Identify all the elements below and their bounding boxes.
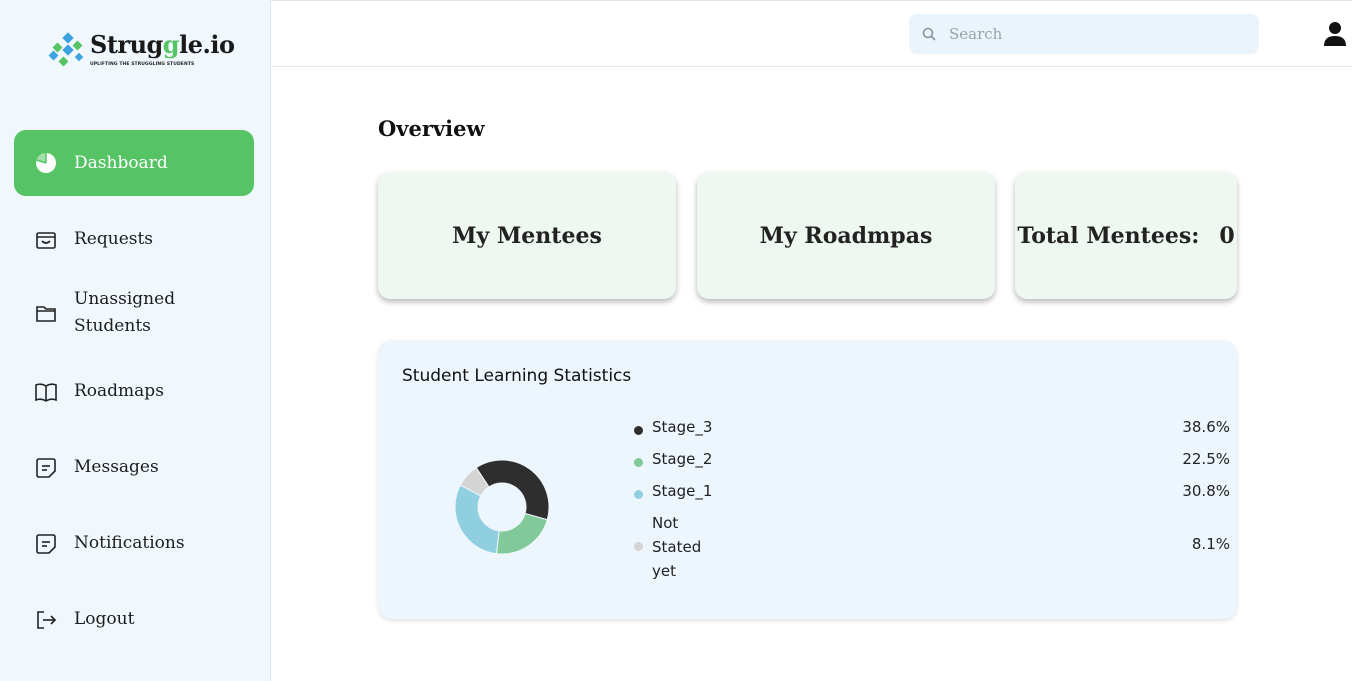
donut-chart	[454, 459, 550, 555]
sidebar-item-dashboard[interactable]: Dashboard	[14, 130, 254, 196]
sidebar-item-label: Unassigned Students	[74, 289, 176, 336]
page-title: Overview	[378, 116, 485, 141]
total-mentees-count: 0	[1219, 222, 1235, 249]
legend-dot	[634, 490, 643, 499]
legend-dot	[634, 458, 643, 467]
top-bar	[271, 0, 1352, 67]
sidebar-item-label: Notifications	[74, 533, 185, 553]
legend-percent: 8.1%	[1191, 535, 1230, 553]
sidebar-item-label: Roadmaps	[74, 381, 164, 401]
legend-label: Not Stated yet	[652, 514, 702, 580]
donut-slice-stage-2[interactable]	[495, 512, 548, 555]
sidebar-item-label: Dashboard	[74, 152, 168, 173]
pie-chart-icon	[34, 151, 58, 175]
card-label: My Roadmpas	[759, 222, 933, 249]
legend-label: Stage_3	[652, 418, 713, 436]
user-icon[interactable]	[1323, 21, 1347, 47]
message-icon	[34, 456, 58, 480]
logo-mark-icon	[48, 32, 84, 67]
logout-icon	[34, 608, 58, 632]
legend-dot	[634, 426, 643, 435]
brand-tagline: UPLIFTING THE STRUGGLING STUDENTS	[90, 62, 195, 67]
book-icon	[34, 380, 58, 404]
legend-percent: 22.5%	[1182, 450, 1230, 468]
sidebar-item-label: Messages	[74, 457, 159, 477]
notification-icon	[34, 532, 58, 556]
brand-name: Struggle.io	[90, 30, 235, 59]
total-mentees-card: Total Mentees: 0	[1015, 172, 1237, 299]
search-icon	[922, 27, 936, 41]
sidebar-item-messages[interactable]: Messages	[14, 454, 254, 481]
legend-label: Stage_1	[652, 482, 713, 500]
sidebar-item-logout[interactable]: Logout	[14, 606, 254, 633]
brand-logo[interactable]: Struggle.io UPLIFTING THE STRUGGLING STU…	[48, 28, 238, 74]
my-roadmaps-card[interactable]: My Roadmpas	[697, 172, 995, 299]
sidebar-item-requests[interactable]: Requests	[14, 226, 254, 253]
legend-label: Stage_2	[652, 450, 713, 468]
legend-percent: 38.6%	[1182, 418, 1230, 436]
search-box[interactable]	[909, 14, 1259, 54]
legend-percent: 30.8%	[1182, 482, 1230, 500]
sidebar-item-label: Logout	[74, 609, 135, 629]
learning-stats-panel: Student Learning Statistics Stage_3 38.6%…	[378, 340, 1237, 619]
my-mentees-card[interactable]: My Mentees	[378, 172, 676, 299]
sidebar: Struggle.io UPLIFTING THE STRUGGLING STU…	[0, 0, 271, 681]
stats-title: Student Learning Statistics	[402, 366, 632, 386]
sidebar-item-roadmaps[interactable]: Roadmaps	[14, 378, 254, 405]
sidebar-item-notifications[interactable]: Notifications	[14, 530, 254, 557]
legend-dot	[634, 542, 643, 551]
search-input[interactable]	[947, 24, 1251, 44]
inbox-icon	[34, 228, 58, 252]
card-label: Total Mentees:	[1017, 222, 1200, 249]
folder-icon	[34, 301, 58, 325]
donut-slice-stage-3[interactable]	[475, 459, 550, 521]
sidebar-item-unassigned-students[interactable]: Unassigned Students	[14, 286, 254, 340]
card-label: My Mentees	[452, 222, 602, 249]
sidebar-item-label: Requests	[74, 229, 154, 249]
donut-slice-stage-1[interactable]	[454, 484, 500, 555]
